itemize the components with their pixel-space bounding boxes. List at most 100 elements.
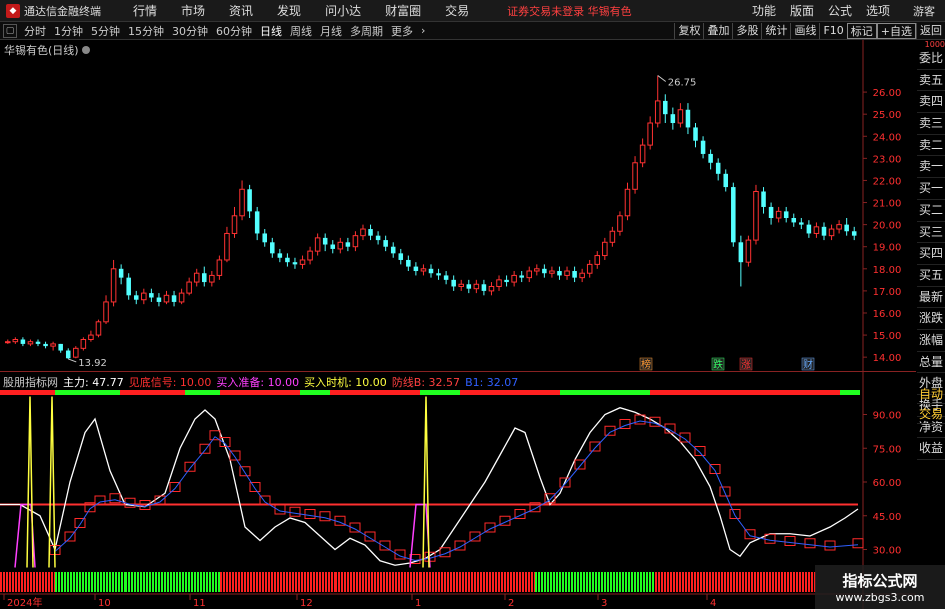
candle [247, 184, 252, 218]
kline-chart[interactable]: 26.00 25.00 24.00 23.00 22.00 21.00 20.00 19.00… [0, 40, 917, 372]
tool-button-4[interactable]: 画线 [790, 22, 819, 39]
sidebar-bottom-item-1[interactable]: 交易 [917, 404, 945, 424]
candle [670, 107, 676, 130]
candle [193, 268, 200, 287]
period-tab-4[interactable]: 30分钟 [168, 23, 212, 39]
tool-button-7[interactable]: +自选 [876, 22, 916, 39]
candle [745, 235, 752, 267]
svg-text:涨: 涨 [741, 359, 751, 371]
menu-item-4[interactable]: 问小达 [313, 2, 373, 19]
sidebar-item-13[interactable]: 涨幅 [917, 330, 945, 352]
menu-item-1[interactable]: 市场 [169, 2, 217, 19]
candle [693, 123, 698, 148]
candle [103, 295, 109, 325]
y-tick-label: 18.00 [873, 265, 902, 276]
candle [738, 235, 744, 287]
sidebar-item-2[interactable]: 卖四 [917, 91, 945, 114]
period-tab-2[interactable]: 5分钟 [87, 23, 124, 39]
candle [43, 341, 48, 349]
candle [406, 255, 411, 272]
sidebar-item-0[interactable]: 委比 [917, 48, 945, 70]
candle [511, 271, 517, 287]
candle [149, 288, 154, 302]
menu-right-item-3[interactable]: 选项 [859, 2, 897, 19]
candle [171, 290, 177, 307]
menu-right-item-2[interactable]: 公式 [821, 2, 859, 19]
candle [813, 222, 820, 238]
tool-button-6[interactable]: 标记 [846, 22, 877, 39]
menu-right-item-1[interactable]: 版面 [783, 2, 821, 19]
event-marker-3[interactable]: 财 [801, 357, 815, 371]
candle [413, 262, 419, 276]
event-marker-0[interactable]: 榜 [639, 357, 653, 371]
menu-right-item-0[interactable]: 功能 [745, 2, 783, 19]
tool-button-2[interactable]: 多股 [732, 22, 761, 39]
more-chevron-icon[interactable]: › [417, 24, 429, 37]
indicator-chart[interactable]: 90.0075.0060.0045.0030.002024年 10 11 12 1 2 3 4 [0, 372, 917, 609]
ind-y-tick-label: 30.00 [873, 546, 902, 557]
period-tab-9[interactable]: 多周期 [346, 23, 387, 39]
sidebar-item-8[interactable]: 买三 [917, 222, 945, 244]
candle [624, 182, 631, 221]
candle [12, 337, 19, 344]
candle [209, 271, 215, 287]
sidebar-item-4[interactable]: 卖二 [917, 135, 945, 157]
sidebar-item-9[interactable]: 买四 [917, 243, 945, 265]
tool-button-3[interactable]: 统计 [761, 22, 790, 39]
event-marker-2[interactable]: 涨 [739, 357, 753, 371]
menu-item-6[interactable]: 交易 [433, 2, 481, 19]
watermark-title: 指标公式网 [842, 572, 918, 590]
tool-button-1[interactable]: 叠加 [703, 22, 732, 39]
collapse-icon[interactable]: ▢ [3, 23, 17, 38]
period-tab-0[interactable]: 分时 [20, 23, 50, 39]
tool-button-5[interactable]: F10 [819, 22, 846, 39]
sidebar-item-12[interactable]: 涨跌 [917, 308, 945, 330]
high-label: 26.75 [668, 78, 697, 89]
sidebar-item-1[interactable]: 卖五 [917, 70, 945, 92]
candle [337, 237, 344, 254]
menu-item-0[interactable]: 行情 [121, 2, 169, 19]
candle [821, 222, 827, 241]
period-tab-6[interactable]: 日线 [256, 23, 286, 39]
period-tab-3[interactable]: 15分钟 [124, 23, 168, 39]
sidebar-item-5[interactable]: 卖一 [917, 156, 945, 179]
login-notice[interactable]: 证券交易未登录 华锡有色 [507, 3, 632, 19]
event-marker-1[interactable]: 跌 [711, 357, 725, 371]
period-tab-7[interactable]: 周线 [286, 23, 316, 39]
sidebar-item-10[interactable]: 买五 [917, 265, 945, 287]
menu-item-3[interactable]: 发现 [265, 2, 313, 19]
sidebar-item-7[interactable]: 买二 [917, 200, 945, 222]
tool-button-8[interactable]: 返回 [916, 22, 945, 39]
menu-item-5[interactable]: 财富圈 [373, 2, 433, 19]
y-tick-label: 23.00 [873, 154, 902, 165]
menu-item-2[interactable]: 资讯 [217, 2, 265, 19]
candle [851, 226, 857, 241]
candle [27, 339, 34, 347]
y-tick-label: 25.00 [873, 110, 902, 121]
tool-button-0[interactable]: 复权 [674, 22, 703, 39]
high-arrow [657, 75, 667, 82]
candle [270, 237, 275, 258]
sidebar-item-6[interactable]: 买一 [917, 178, 945, 200]
candle [594, 251, 601, 269]
candle [526, 266, 533, 283]
y-tick-label: 21.00 [873, 199, 902, 210]
period-tab-8[interactable]: 月线 [316, 23, 346, 39]
sidebar-item-18[interactable]: 收益 [917, 438, 945, 461]
period-tab-10[interactable]: 更多 [387, 23, 417, 39]
candle [564, 266, 570, 280]
guest-label[interactable]: 游客 [897, 3, 945, 19]
candle [314, 233, 321, 256]
period-tab-1[interactable]: 1分钟 [50, 23, 87, 39]
sidebar-item-11[interactable]: 最新 [917, 287, 945, 309]
sidebar-item-14[interactable]: 总量 [917, 352, 945, 374]
y-tick-label: 26.00 [873, 88, 902, 99]
sidebar-item-3[interactable]: 卖三 [917, 113, 945, 135]
candle [791, 213, 797, 227]
period-tab-5[interactable]: 60分钟 [212, 23, 256, 39]
candle [504, 275, 509, 287]
candle [390, 242, 396, 258]
candle [383, 235, 388, 252]
sidebar-bottom-item-0[interactable]: 自动 [917, 384, 945, 404]
app-logo[interactable]: ◆ 通达信金融终端 [0, 0, 107, 22]
